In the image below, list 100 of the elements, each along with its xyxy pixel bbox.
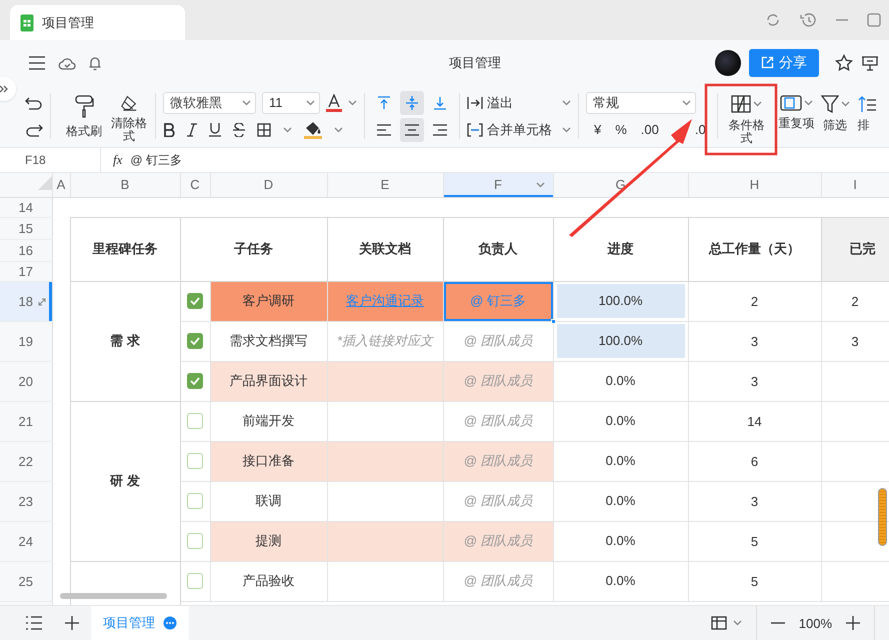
row-number[interactable]: 19 [0, 321, 52, 361]
borders-icon[interactable] [257, 122, 271, 136]
sort-button[interactable]: 排 [858, 89, 876, 143]
text-overflow-icon [467, 96, 483, 110]
bell-icon[interactable] [88, 54, 102, 70]
history-icon[interactable] [799, 12, 817, 28]
filter-button[interactable]: 筛选 [820, 89, 850, 143]
caret-icon[interactable] [348, 100, 357, 106]
progress-value: 0.0% [604, 572, 636, 590]
maximize-icon[interactable] [867, 13, 881, 27]
align-center-button[interactable] [400, 118, 424, 142]
browser-tab[interactable]: 项目管理 [10, 5, 185, 40]
number-format-dropdown[interactable]: 常规 [586, 92, 696, 114]
row-number[interactable]: 18 [0, 281, 52, 321]
checkbox[interactable] [187, 453, 203, 470]
zoom-in-icon[interactable] [846, 616, 860, 630]
checkbox[interactable] [187, 493, 203, 510]
row-number[interactable]: 14 [0, 197, 52, 217]
list-icon[interactable] [25, 616, 43, 630]
row-number[interactable]: 24 [0, 521, 52, 561]
caret-icon[interactable] [840, 101, 850, 107]
add-decimal-button[interactable]: .00 [636, 122, 663, 137]
caret-icon[interactable] [804, 100, 814, 106]
avatar[interactable] [715, 50, 741, 76]
text-color-icon[interactable] [326, 94, 342, 112]
column-header[interactable]: F [443, 173, 553, 197]
row-number[interactable]: 15 [0, 217, 52, 239]
italic-icon[interactable] [187, 122, 197, 136]
owner-cell[interactable]: @ 团队成员 [443, 561, 553, 601]
undo-icon[interactable] [25, 96, 43, 110]
row-number[interactable]: 23 [0, 481, 52, 521]
font-size-dropdown[interactable]: 11 [262, 92, 320, 114]
column-header[interactable]: I [821, 173, 889, 197]
row-number[interactable]: 22 [0, 441, 52, 481]
table-cell: 6 [688, 441, 821, 481]
caret-icon[interactable] [682, 100, 691, 106]
caret-icon[interactable] [753, 101, 762, 107]
task-cell: 产品验收 [210, 561, 327, 601]
row-number[interactable]: 21 [0, 401, 52, 441]
caret-icon[interactable] [562, 100, 571, 106]
sheet-tab[interactable]: 项目管理 [91, 606, 189, 640]
redo-icon[interactable] [25, 122, 43, 136]
sync-icon[interactable] [765, 12, 781, 28]
caret-icon[interactable] [283, 126, 292, 132]
row-number[interactable]: 25 [0, 561, 52, 601]
row-number[interactable]: 20 [0, 361, 52, 401]
checkbox[interactable] [187, 293, 203, 310]
vertical-scrollbar[interactable] [878, 488, 887, 546]
row-number[interactable]: 16 [0, 239, 52, 261]
format-painter-button[interactable]: 格式刷 [66, 89, 102, 143]
merge-cells-icon [467, 122, 483, 136]
column-header[interactable]: H [688, 173, 821, 197]
clear-format-button[interactable]: 清除格式 [110, 89, 148, 143]
fill-color-icon[interactable] [304, 120, 322, 138]
caret-icon [732, 620, 742, 626]
paint-roller-icon [74, 95, 94, 119]
column-header[interactable]: E [327, 173, 443, 197]
bold-icon[interactable] [163, 122, 175, 136]
caret-icon[interactable] [242, 100, 251, 106]
table-cell: 3 [688, 321, 821, 361]
font-dropdown[interactable]: 微软雅黑 [163, 92, 256, 114]
presentation-icon[interactable] [861, 54, 879, 72]
progress-value: 0.0% [604, 372, 636, 390]
overflow-button[interactable]: 溢出 [467, 94, 513, 112]
checkbox[interactable] [187, 333, 203, 350]
row-number[interactable]: 17 [0, 261, 52, 281]
checkbox[interactable] [187, 413, 203, 430]
column-header[interactable]: A [52, 173, 70, 197]
add-sheet-icon[interactable] [65, 616, 79, 630]
caret-icon[interactable] [536, 182, 544, 188]
column-header[interactable]: D [210, 173, 327, 197]
caret-icon[interactable] [562, 126, 571, 132]
table-cell: 5 [688, 521, 821, 561]
conditional-format-button[interactable]: 条件格式 [724, 89, 769, 143]
remove-decimal-button[interactable]: .0 [690, 122, 710, 137]
star-icon[interactable] [835, 54, 853, 72]
caret-icon[interactable] [306, 100, 315, 106]
task-cell: 接口准备 [210, 441, 327, 481]
underline-icon[interactable] [209, 122, 221, 137]
checkbox[interactable] [187, 573, 203, 590]
view-mode-button[interactable] [710, 616, 742, 630]
strikethrough-icon[interactable] [233, 122, 245, 136]
share-button[interactable]: 分享 [749, 48, 819, 76]
menu-icon[interactable] [28, 56, 46, 70]
checkbox[interactable] [187, 373, 203, 390]
checkbox[interactable] [187, 533, 203, 550]
fill-handle[interactable] [550, 318, 556, 324]
owner-cell[interactable]: @ 团队成员 [443, 321, 553, 361]
currency-button[interactable]: ¥ [590, 122, 606, 137]
horizontal-scrollbar[interactable] [60, 593, 167, 599]
column-header[interactable]: C [180, 173, 210, 197]
spreadsheet-icon [20, 14, 34, 32]
owner-cell[interactable]: @ 团队成员 [443, 401, 553, 441]
column-heading: 里程碑任务 [70, 217, 180, 281]
column-header[interactable]: B [70, 173, 180, 197]
owner-cell[interactable]: @ 团队成员 [443, 481, 553, 521]
caret-icon[interactable] [334, 126, 343, 132]
percent-button[interactable]: % [611, 122, 631, 137]
duplicates-button[interactable]: 重复项 [778, 89, 815, 143]
merge-cells-button[interactable]: 合并单元格 [467, 120, 552, 138]
